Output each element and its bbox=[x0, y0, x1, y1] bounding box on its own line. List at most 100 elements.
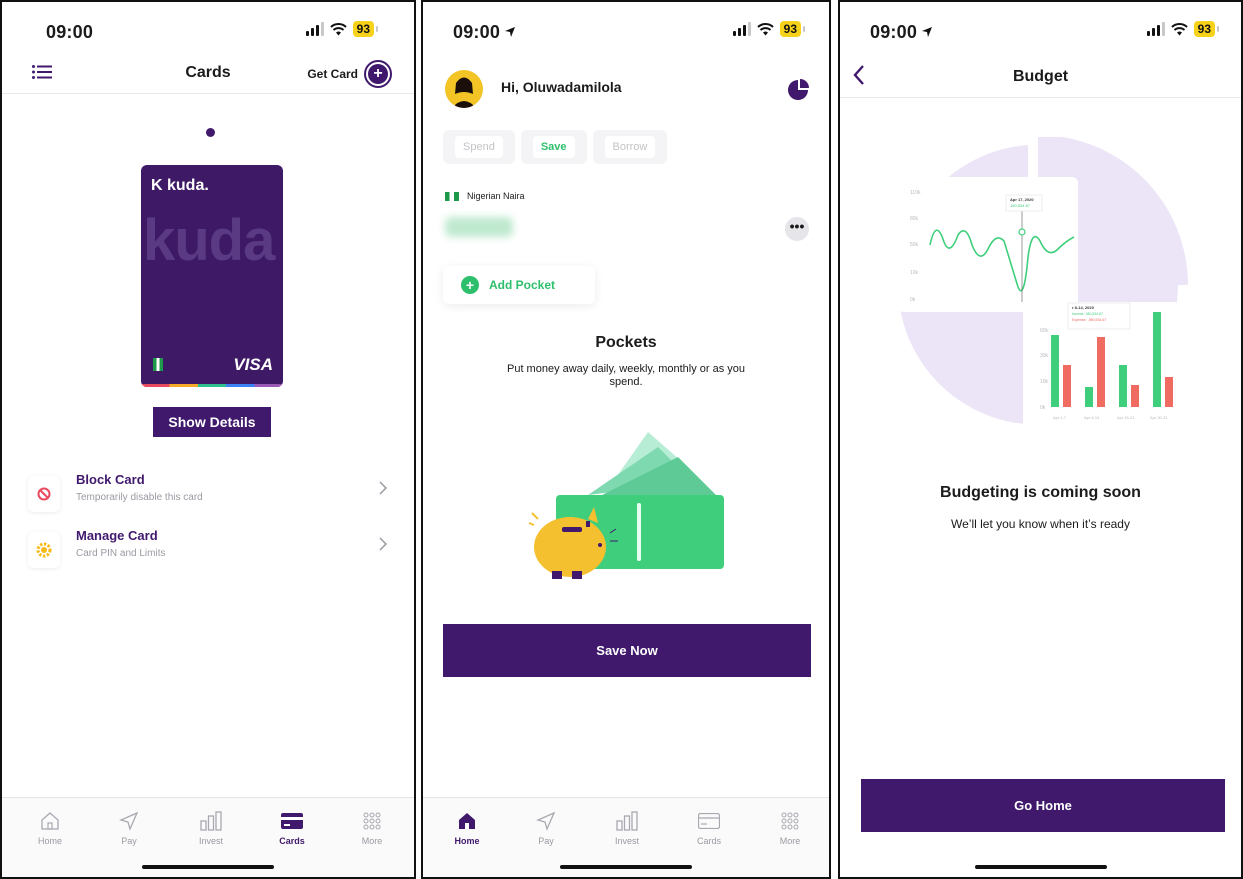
battery-indicator: 93 bbox=[352, 21, 379, 37]
home-indicator[interactable] bbox=[142, 865, 274, 869]
card-stripe bbox=[141, 384, 283, 387]
page-indicator bbox=[206, 128, 215, 137]
coming-soon-title: Budgeting is coming soon bbox=[940, 484, 1141, 501]
nigeria-flag-icon bbox=[445, 191, 459, 201]
tab-pay[interactable]: Pay bbox=[99, 810, 159, 846]
avatar[interactable] bbox=[445, 70, 483, 108]
tab-more[interactable]: More bbox=[342, 810, 402, 846]
currency-label: Nigerian Naira bbox=[445, 191, 525, 201]
segment-spend[interactable]: Spend bbox=[443, 130, 515, 164]
tab-label: More bbox=[361, 836, 383, 846]
location-arrow-icon bbox=[922, 26, 933, 37]
manage-card-row[interactable]: Manage Card Card PIN and Limits bbox=[28, 528, 394, 574]
home-indicator[interactable] bbox=[560, 865, 692, 869]
chevron-right-icon bbox=[379, 481, 388, 495]
save-now-button[interactable]: Save Now bbox=[443, 624, 811, 677]
send-icon bbox=[119, 811, 139, 831]
y-tick: 60k bbox=[1040, 328, 1049, 334]
x-tick: Apr 30-31 bbox=[1150, 415, 1168, 420]
y-tick: 10k bbox=[1040, 379, 1049, 385]
block-card-row[interactable]: Block Card Temporarily disable this card bbox=[28, 472, 394, 518]
y-tick: 30k bbox=[1040, 353, 1049, 359]
nav-bar: Budget bbox=[840, 58, 1241, 98]
status-indicators: 93 bbox=[305, 21, 379, 37]
status-indicators: 93 bbox=[732, 21, 806, 37]
gear-icon bbox=[28, 532, 60, 568]
battery-indicator: 93 bbox=[1193, 21, 1220, 37]
row-subtitle: Card PIN and Limits bbox=[76, 548, 166, 559]
segment-save[interactable]: Save bbox=[520, 130, 587, 164]
y-tick: 80k bbox=[910, 216, 919, 222]
card-icon bbox=[698, 813, 720, 829]
add-circle-icon: + bbox=[364, 60, 392, 88]
greeting: Hi, Oluwadamilola bbox=[501, 79, 622, 95]
grid-icon bbox=[363, 812, 381, 830]
back-chevron-icon[interactable] bbox=[852, 64, 866, 86]
tab-cards[interactable]: Cards bbox=[679, 810, 739, 846]
grid-icon bbox=[781, 812, 799, 830]
nigeria-flag-icon bbox=[153, 358, 163, 371]
y-tick: 0k bbox=[1040, 405, 1046, 411]
account-segments: Spend Save Borrow bbox=[443, 130, 668, 164]
menu-icon[interactable] bbox=[32, 65, 52, 79]
chevron-right-icon bbox=[379, 537, 388, 551]
piggy-bank-illustration bbox=[528, 432, 724, 579]
show-details-button[interactable]: Show Details bbox=[153, 407, 271, 437]
tab-label: More bbox=[779, 836, 801, 846]
signal-icon bbox=[732, 22, 751, 36]
wifi-icon bbox=[1170, 22, 1188, 35]
signal-icon bbox=[1146, 22, 1165, 36]
tab-label: Home bbox=[454, 836, 480, 846]
y-tick: 0k bbox=[910, 297, 916, 303]
tab-home[interactable]: Home bbox=[20, 810, 80, 846]
add-pocket-label: Add Pocket bbox=[489, 278, 556, 292]
status-time: 09:00 bbox=[46, 22, 94, 42]
home-indicator[interactable] bbox=[974, 865, 1107, 869]
tab-invest[interactable]: Invest bbox=[597, 810, 657, 846]
segment-borrow[interactable]: Borrow bbox=[592, 130, 668, 164]
tab-invest[interactable]: Invest bbox=[181, 810, 241, 846]
status-time: 09:00 bbox=[870, 22, 933, 43]
row-subtitle: Temporarily disable this card bbox=[76, 492, 203, 503]
row-title: Manage Card bbox=[76, 528, 158, 543]
wifi-icon bbox=[329, 22, 347, 35]
bar-tooltip-expense: Expense: -980,534.67 bbox=[1072, 318, 1106, 322]
x-tick: Apr 8-14 bbox=[1084, 415, 1100, 420]
status-indicators: 93 bbox=[1146, 21, 1220, 37]
tab-label: Cards bbox=[279, 836, 305, 846]
card-brand: K kuda. bbox=[151, 177, 209, 194]
bars-icon bbox=[200, 811, 222, 831]
bar-tooltip-income: Income: 180,534.67 bbox=[1072, 312, 1103, 316]
tab-pay[interactable]: Pay bbox=[516, 810, 576, 846]
tab-bar: Home Pay Invest Cards More bbox=[423, 797, 829, 877]
more-options-button[interactable]: ••• bbox=[785, 217, 809, 241]
tab-cards[interactable]: Cards bbox=[262, 810, 322, 846]
x-tick: Apr 15-21 bbox=[1117, 415, 1135, 420]
card-icon bbox=[281, 813, 303, 829]
plus-icon: + bbox=[461, 276, 479, 294]
balance-hidden[interactable] bbox=[445, 217, 513, 237]
tab-more[interactable]: More bbox=[760, 810, 820, 846]
get-card-button[interactable]: Get Card + bbox=[307, 60, 392, 88]
pie-chart-icon[interactable] bbox=[787, 79, 809, 101]
y-tick: 50k bbox=[910, 242, 919, 248]
budget-chart-illustration: 110k 80k 50k 10k 0k Apr 17, 2020 180,534… bbox=[898, 137, 1188, 430]
status-bar: 09:00 93 bbox=[840, 2, 1241, 60]
home-icon bbox=[41, 812, 59, 830]
add-pocket-button[interactable]: + Add Pocket bbox=[443, 266, 595, 304]
tooltip-value: 180,534.67 bbox=[1010, 203, 1031, 208]
pockets-description: Put money away daily, weekly, monthly or… bbox=[506, 363, 746, 388]
debit-card[interactable]: K kuda. kuda VISA bbox=[141, 165, 283, 387]
bars-icon bbox=[616, 811, 638, 831]
save-screen: 09:00 93 Hi, Oluwadamilola Spend Save Bo… bbox=[421, 0, 831, 879]
signal-icon bbox=[305, 22, 324, 36]
tab-home[interactable]: Home bbox=[437, 810, 497, 846]
x-tick: Apr 1-7 bbox=[1053, 415, 1067, 420]
budget-screen: 09:00 93 Budget 110k 80k 50k 10k 0k Apr … bbox=[838, 0, 1243, 879]
bar-tooltip-title: r 8-14, 2020 bbox=[1072, 305, 1095, 310]
battery-indicator: 93 bbox=[779, 21, 806, 37]
go-home-button[interactable]: Go Home bbox=[861, 779, 1225, 832]
wifi-icon bbox=[756, 22, 774, 35]
block-icon bbox=[28, 476, 60, 512]
cards-screen: 09:00 93 Cards Get Card + K kuda. kuda V… bbox=[0, 0, 416, 879]
